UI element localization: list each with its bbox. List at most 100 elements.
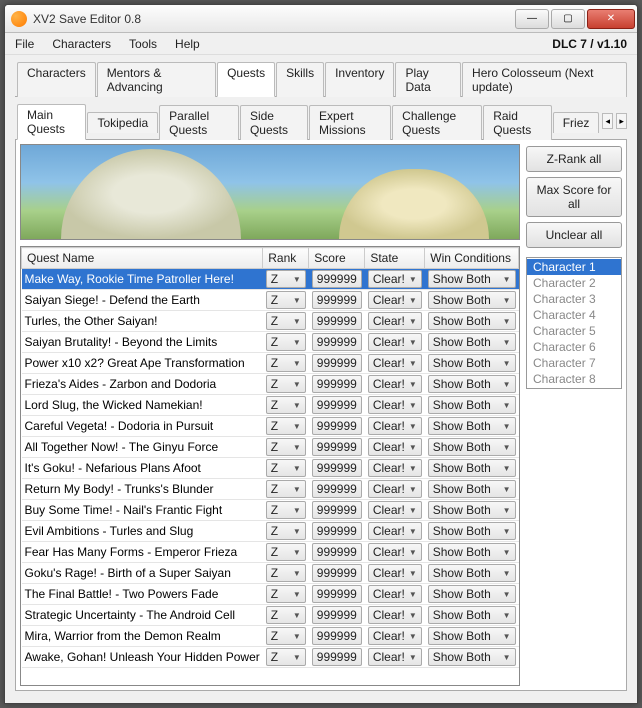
tab-skills[interactable]: Skills bbox=[276, 62, 324, 97]
col-score[interactable]: Score bbox=[309, 248, 365, 269]
state-dropdown[interactable]: Clear!▼ bbox=[368, 291, 422, 309]
character-list[interactable]: Character 1Character 2Character 3Charact… bbox=[526, 257, 622, 389]
rank-dropdown[interactable]: Z▼ bbox=[266, 270, 306, 288]
quest-name-cell[interactable]: Frieza's Aides - Zarbon and Dodoria bbox=[22, 374, 263, 395]
quest-name-cell[interactable]: Goku's Rage! - Birth of a Super Saiyan bbox=[22, 563, 263, 584]
quest-name-cell[interactable]: Careful Vegeta! - Dodoria in Pursuit bbox=[22, 416, 263, 437]
winconditions-dropdown[interactable]: Show Both▼ bbox=[428, 438, 516, 456]
score-cell[interactable]: 999999 bbox=[312, 564, 362, 582]
quest-name-cell[interactable]: All Together Now! - The Ginyu Force bbox=[22, 437, 263, 458]
score-cell[interactable]: 999999 bbox=[312, 543, 362, 561]
subtab-main-quests[interactable]: Main Quests bbox=[17, 104, 86, 140]
rank-dropdown[interactable]: Z▼ bbox=[266, 627, 306, 645]
winconditions-dropdown[interactable]: Show Both▼ bbox=[428, 417, 516, 435]
winconditions-dropdown[interactable]: Show Both▼ bbox=[428, 564, 516, 582]
character-slot[interactable]: Character 6 bbox=[527, 339, 621, 355]
winconditions-dropdown[interactable]: Show Both▼ bbox=[428, 291, 516, 309]
tab-play-data[interactable]: Play Data bbox=[395, 62, 461, 97]
winconditions-dropdown[interactable]: Show Both▼ bbox=[428, 396, 516, 414]
subtab-parallel-quests[interactable]: Parallel Quests bbox=[159, 105, 239, 140]
rank-dropdown[interactable]: Z▼ bbox=[266, 333, 306, 351]
winconditions-dropdown[interactable]: Show Both▼ bbox=[428, 354, 516, 372]
subtab-raid-quests[interactable]: Raid Quests bbox=[483, 105, 552, 140]
rank-dropdown[interactable]: Z▼ bbox=[266, 480, 306, 498]
minimize-button[interactable]: ― bbox=[515, 9, 549, 29]
table-row[interactable]: Careful Vegeta! - Dodoria in PursuitZ▼99… bbox=[22, 416, 519, 437]
score-cell[interactable]: 999999 bbox=[312, 417, 362, 435]
table-row[interactable]: Mira, Warrior from the Demon RealmZ▼9999… bbox=[22, 626, 519, 647]
table-row[interactable]: Awake, Gohan! Unleash Your Hidden PowerZ… bbox=[22, 647, 519, 668]
winconditions-dropdown[interactable]: Show Both▼ bbox=[428, 522, 516, 540]
score-cell[interactable]: 999999 bbox=[312, 459, 362, 477]
score-cell[interactable]: 999999 bbox=[312, 606, 362, 624]
rank-dropdown[interactable]: Z▼ bbox=[266, 438, 306, 456]
quest-name-cell[interactable]: Turles, the Other Saiyan! bbox=[22, 311, 263, 332]
score-cell[interactable]: 999999 bbox=[312, 480, 362, 498]
winconditions-dropdown[interactable]: Show Both▼ bbox=[428, 375, 516, 393]
state-dropdown[interactable]: Clear!▼ bbox=[368, 459, 422, 477]
winconditions-dropdown[interactable]: Show Both▼ bbox=[428, 543, 516, 561]
winconditions-dropdown[interactable]: Show Both▼ bbox=[428, 648, 516, 666]
winconditions-dropdown[interactable]: Show Both▼ bbox=[428, 459, 516, 477]
table-row[interactable]: Return My Body! - Trunks's BlunderZ▼ 9999… bbox=[22, 479, 519, 500]
rank-dropdown[interactable]: Z▼ bbox=[266, 501, 306, 519]
quest-name-cell[interactable]: Power x10 x2? Great Ape Transformation bbox=[22, 353, 263, 374]
quest-name-cell[interactable]: It's Goku! - Nefarious Plans Afoot bbox=[22, 458, 263, 479]
zrank-all-button[interactable]: Z-Rank all bbox=[526, 146, 622, 172]
rank-dropdown[interactable]: Z▼ bbox=[266, 564, 306, 582]
subtab-expert-missions[interactable]: Expert Missions bbox=[309, 105, 391, 140]
winconditions-dropdown[interactable]: Show Both▼ bbox=[428, 585, 516, 603]
quest-name-cell[interactable]: Make Way, Rookie Time Patroller Here! bbox=[22, 269, 263, 290]
col-rank[interactable]: Rank bbox=[263, 248, 309, 269]
rank-dropdown[interactable]: Z▼ bbox=[266, 312, 306, 330]
rank-dropdown[interactable]: Z▼ bbox=[266, 354, 306, 372]
col-questname[interactable]: Quest Name bbox=[22, 248, 263, 269]
quest-name-cell[interactable]: The Final Battle! - Two Powers Fade bbox=[22, 584, 263, 605]
state-dropdown[interactable]: Clear!▼ bbox=[368, 585, 422, 603]
rank-dropdown[interactable]: Z▼ bbox=[266, 522, 306, 540]
quest-name-cell[interactable]: Strategic Uncertainty - The Android Cell bbox=[22, 605, 263, 626]
quest-name-cell[interactable]: Return My Body! - Trunks's Blunder bbox=[22, 479, 263, 500]
winconditions-dropdown[interactable]: Show Both▼ bbox=[428, 501, 516, 519]
table-row[interactable]: Fear Has Many Forms - Emperor FriezaZ▼99… bbox=[22, 542, 519, 563]
table-row[interactable]: Lord Slug, the Wicked Namekian!Z▼999999C… bbox=[22, 395, 519, 416]
table-row[interactable]: Buy Some Time! - Nail's Frantic FightZ▼9… bbox=[22, 500, 519, 521]
table-row[interactable]: Goku's Rage! - Birth of a Super SaiyanZ▼… bbox=[22, 563, 519, 584]
quest-name-cell[interactable]: Awake, Gohan! Unleash Your Hidden Power bbox=[22, 647, 263, 668]
table-row[interactable]: All Together Now! - The Ginyu ForceZ▼999… bbox=[22, 437, 519, 458]
table-row[interactable]: Saiyan Brutality! - Beyond the LimitsZ▼9… bbox=[22, 332, 519, 353]
table-row[interactable]: The Final Battle! - Two Powers FadeZ▼999… bbox=[22, 584, 519, 605]
winconditions-dropdown[interactable]: Show Both▼ bbox=[428, 270, 516, 288]
table-row[interactable]: Turles, the Other Saiyan!Z▼999999Clear!▼… bbox=[22, 311, 519, 332]
state-dropdown[interactable]: Clear!▼ bbox=[368, 375, 422, 393]
rank-dropdown[interactable]: Z▼ bbox=[266, 291, 306, 309]
quest-name-cell[interactable]: Evil Ambitions - Turles and Slug bbox=[22, 521, 263, 542]
state-dropdown[interactable]: Clear!▼ bbox=[368, 606, 422, 624]
character-slot[interactable]: Character 1 bbox=[527, 259, 621, 275]
state-dropdown[interactable]: Clear!▼ bbox=[368, 564, 422, 582]
max-score-all-button[interactable]: Max Score for all bbox=[526, 177, 622, 217]
menu-tools[interactable]: Tools bbox=[129, 37, 157, 51]
state-dropdown[interactable]: Clear!▼ bbox=[368, 396, 422, 414]
table-row[interactable]: Strategic Uncertainty - The Android Cell… bbox=[22, 605, 519, 626]
subtab-scroll-left[interactable]: ◂ bbox=[602, 113, 613, 129]
rank-dropdown[interactable]: Z▼ bbox=[266, 459, 306, 477]
state-dropdown[interactable]: Clear!▼ bbox=[368, 522, 422, 540]
menu-characters[interactable]: Characters bbox=[52, 37, 111, 51]
tab-mentors-advancing[interactable]: Mentors & Advancing bbox=[97, 62, 216, 97]
character-slot[interactable]: Character 2 bbox=[527, 275, 621, 291]
tab-quests[interactable]: Quests bbox=[217, 62, 275, 97]
character-slot[interactable]: Character 5 bbox=[527, 323, 621, 339]
table-row[interactable]: Power x10 x2? Great Ape TransformationZ▼… bbox=[22, 353, 519, 374]
table-row[interactable]: Evil Ambitions - Turles and SlugZ▼999999… bbox=[22, 521, 519, 542]
state-dropdown[interactable]: Clear!▼ bbox=[368, 480, 422, 498]
state-dropdown[interactable]: Clear!▼ bbox=[368, 627, 422, 645]
quest-name-cell[interactable]: Saiyan Brutality! - Beyond the Limits bbox=[22, 332, 263, 353]
score-cell[interactable]: 999999 bbox=[312, 291, 362, 309]
winconditions-dropdown[interactable]: Show Both▼ bbox=[428, 312, 516, 330]
rank-dropdown[interactable]: Z▼ bbox=[266, 396, 306, 414]
score-cell[interactable]: 999999 bbox=[312, 648, 362, 666]
menu-help[interactable]: Help bbox=[175, 37, 200, 51]
score-cell[interactable]: 999999 bbox=[312, 375, 362, 393]
rank-dropdown[interactable]: Z▼ bbox=[266, 648, 306, 666]
